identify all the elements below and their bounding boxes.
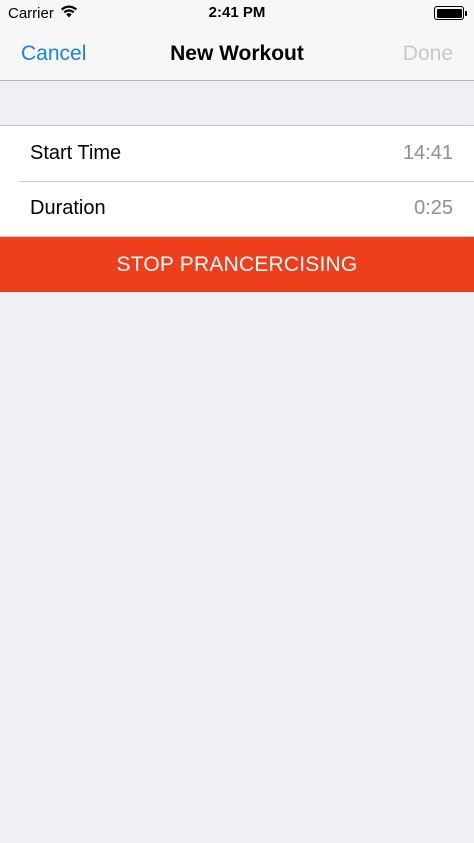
wifi-icon	[60, 5, 78, 22]
cancel-button[interactable]: Cancel	[21, 26, 86, 81]
start-time-label: Start Time	[30, 142, 122, 164]
workout-details-table: Start Time 14:41 Duration 0:25	[0, 125, 474, 237]
start-time-row[interactable]: Start Time 14:41	[0, 126, 474, 181]
done-button[interactable]: Done	[403, 26, 453, 81]
duration-row[interactable]: Duration 0:25	[0, 181, 474, 236]
stop-prancercising-button[interactable]: STOP PRANCERCISING	[0, 237, 474, 292]
status-bar: Carrier	[0, 0, 474, 26]
battery-fill	[436, 8, 462, 18]
start-time-value: 14:41	[402, 142, 453, 164]
battery-icon	[434, 6, 467, 20]
navigation-bar: Cancel New Workout Done	[0, 26, 474, 81]
duration-label: Duration	[30, 197, 106, 219]
carrier-label: Carrier	[8, 4, 54, 22]
status-left: Carrier	[8, 5, 78, 22]
duration-value: 0:25	[414, 197, 453, 219]
